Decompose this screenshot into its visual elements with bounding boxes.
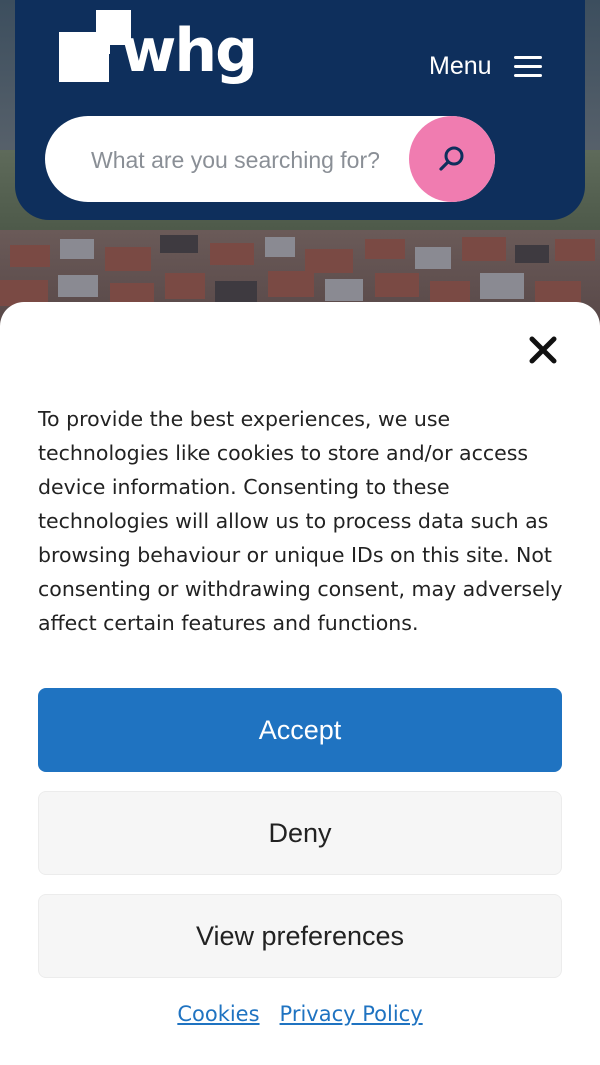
search-button[interactable] [409,116,495,202]
privacy-policy-link[interactable]: Privacy Policy [280,1002,423,1026]
search-icon [439,146,464,171]
hamburger-icon [513,53,542,79]
whg-logo[interactable]: whg [59,10,258,96]
accept-button[interactable]: Accept [38,688,562,772]
menu-button[interactable]: Menu [429,50,542,82]
policy-links: Cookies Privacy Policy [0,1002,600,1026]
search-input[interactable] [89,138,415,182]
close-button[interactable] [526,333,560,367]
logo-square [96,40,110,54]
close-icon [529,336,557,364]
logo-wordmark: whg [121,16,258,86]
cookies-link[interactable]: Cookies [177,1002,259,1026]
view-preferences-button[interactable]: View preferences [38,894,562,978]
cookie-consent-dialog: To provide the best experiences, we use … [0,302,600,1065]
consent-message: To provide the best experiences, we use … [38,407,563,635]
deny-button[interactable]: Deny [38,791,562,875]
menu-label: Menu [429,51,492,80]
